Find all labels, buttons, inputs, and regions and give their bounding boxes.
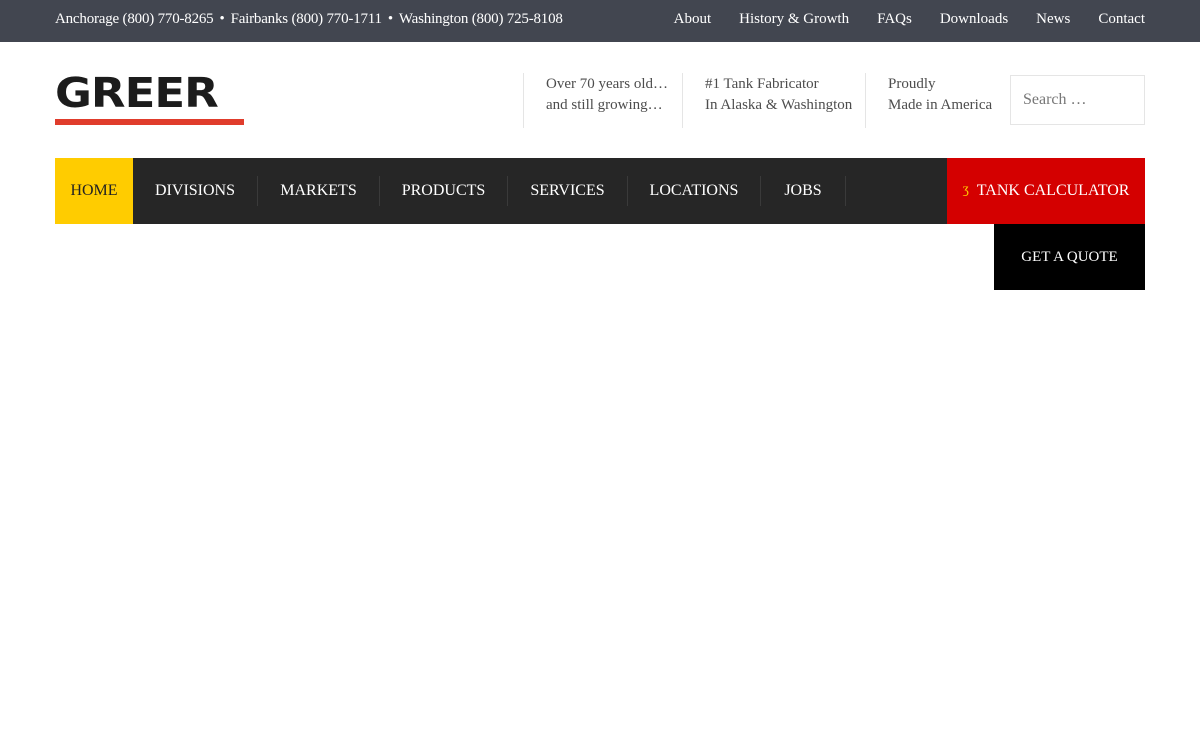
tagline-experience: Over 70 years old… and still growing… <box>523 73 682 128</box>
logo[interactable]: GREER <box>55 71 244 126</box>
separator: • <box>219 11 225 27</box>
nav-item-products[interactable]: PRODUCTS <box>380 158 507 224</box>
top-link-contact[interactable]: Contact <box>1098 11 1145 28</box>
tank-calculator-button[interactable]: ʒ TANK CALCULATOR <box>947 158 1145 224</box>
top-bar: Anchorage (800) 770-8265 • Fairbanks (800)… <box>0 0 1200 42</box>
nav-item-locations[interactable]: LOCATIONS <box>628 158 760 224</box>
calculator-icon: ʒ <box>962 182 969 197</box>
top-link-downloads[interactable]: Downloads <box>940 11 1008 28</box>
search-input[interactable] <box>1010 75 1145 125</box>
top-link-news[interactable]: News <box>1036 11 1070 28</box>
nav-divider <box>845 176 846 206</box>
nav-item-services[interactable]: SERVICES <box>508 158 627 224</box>
phone-washington[interactable]: Washington (800) 725-8108 <box>399 11 563 27</box>
tagline-fabricator: #1 Tank Fabricator In Alaska & Washingto… <box>682 73 865 128</box>
top-link-about[interactable]: About <box>674 11 712 28</box>
logo-wordmark: GREER <box>55 68 219 117</box>
main-nav: HOME DIVISIONS MARKETS PRODUCTS SERVICES… <box>55 158 1145 224</box>
top-link-faqs[interactable]: FAQs <box>877 11 912 28</box>
logo-underline <box>55 119 244 125</box>
get-quote-button[interactable]: GET A QUOTE <box>994 224 1145 290</box>
nav-item-markets[interactable]: MARKETS <box>258 158 379 224</box>
top-link-history[interactable]: History & Growth <box>739 11 849 28</box>
nav-item-home[interactable]: HOME <box>55 158 133 224</box>
separator: • <box>387 11 393 27</box>
tagline-line: and still growing… <box>546 97 663 113</box>
phone-numbers: Anchorage (800) 770-8265 • Fairbanks (800)… <box>55 11 563 28</box>
tagline-line: Over 70 years old… <box>546 76 669 92</box>
top-links: About History & Growth FAQs Downloads Ne… <box>646 11 1145 28</box>
tank-calculator-label: TANK CALCULATOR <box>976 182 1130 199</box>
site-header: GREER Over 70 years old… and still growi… <box>0 42 1200 158</box>
tagline-america: Proudly Made in America <box>865 73 995 128</box>
nav-item-jobs[interactable]: JOBS <box>761 158 845 224</box>
phone-anchorage[interactable]: Anchorage (800) 770-8265 <box>55 11 214 27</box>
tagline-line: Proudly <box>888 76 936 92</box>
phone-fairbanks[interactable]: Fairbanks (800) 770-1711 <box>231 11 382 27</box>
tagline-line: #1 Tank Fabricator <box>705 76 819 92</box>
tagline-line: Made in America <box>888 97 993 113</box>
tagline-line: In Alaska & Washington <box>705 97 853 113</box>
nav-item-divisions[interactable]: DIVISIONS <box>133 158 257 224</box>
